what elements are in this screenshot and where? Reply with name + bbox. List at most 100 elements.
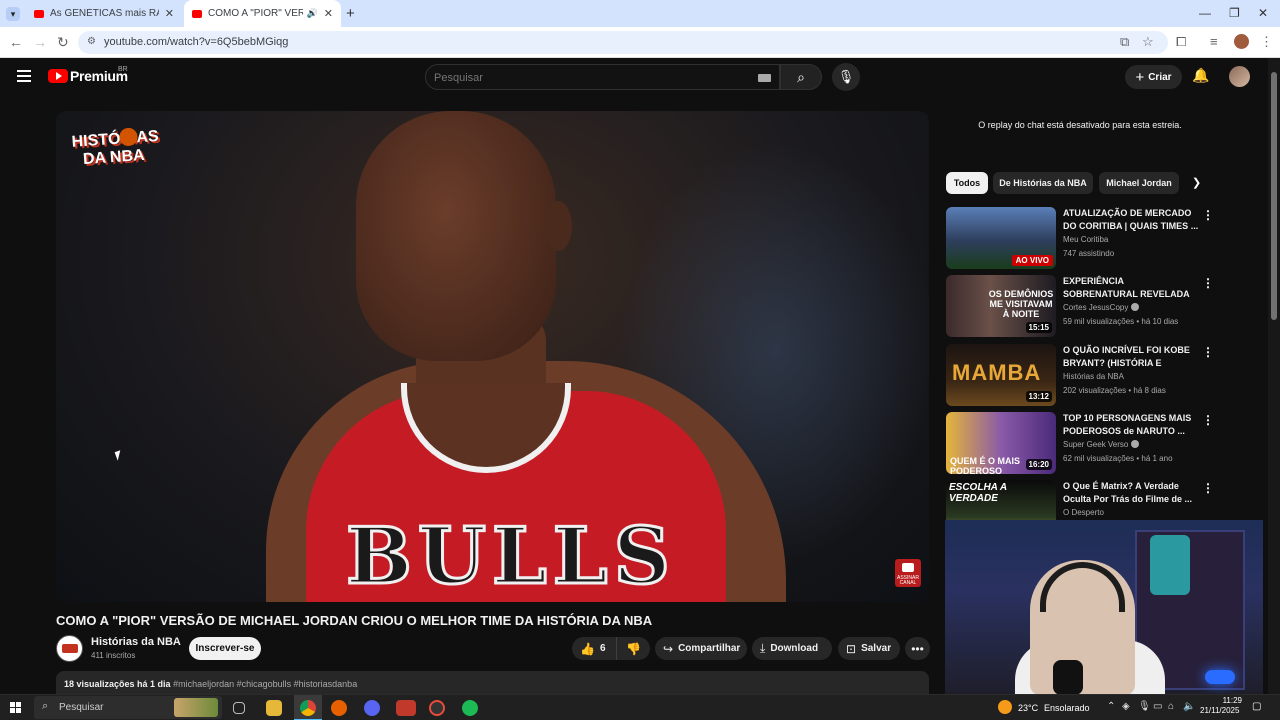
site-info-icon[interactable]: ⚙ <box>87 36 96 47</box>
spotify-icon[interactable] <box>462 700 478 716</box>
keyboard-icon[interactable] <box>758 74 771 82</box>
bookmark-star-icon[interactable]: ☆ <box>1142 34 1154 50</box>
video-thumbnail[interactable]: OS DEMÔNIOS ME VISITAVAM À NOITE 15:15 <box>946 275 1056 337</box>
recommendation-title[interactable]: TOP 10 PERSONAGENS MAIS PODEROSOS de NAR… <box>1063 412 1199 438</box>
search-button[interactable]: ⌕ <box>780 64 822 90</box>
firefox-icon[interactable] <box>331 700 347 716</box>
subscribe-button[interactable]: Inscrever-se <box>189 637 261 660</box>
like-button[interactable]: 👍 6 <box>572 637 616 660</box>
dislike-button[interactable]: 👎 <box>616 637 650 660</box>
more-vertical-icon[interactable]: ⋮ <box>1202 208 1214 222</box>
more-vertical-icon[interactable]: ⋮ <box>1202 276 1214 290</box>
weather-description[interactable]: Ensolarado <box>1044 703 1090 713</box>
more-vertical-icon[interactable]: ⋮ <box>1202 345 1214 359</box>
recommendation-item[interactable]: QUEM É O MAIS PODEROSO 16:20 TOP 10 PERS… <box>946 412 1216 474</box>
tray-app-icon[interactable]: ◈ <box>1122 701 1130 712</box>
save-button[interactable]: ⊡ Salvar <box>838 637 900 660</box>
recommendation-item[interactable]: AO VIVO ATUALIZAÇÃO DE MERCADO DO CORITI… <box>946 207 1216 269</box>
browser-tab-2[interactable]: COMO A "PIOR" VERSÃO D 🔊 ✕ <box>184 0 341 27</box>
back-icon[interactable]: ← <box>9 34 23 50</box>
obs-icon[interactable] <box>429 700 445 716</box>
hamburger-menu-icon[interactable] <box>17 70 31 82</box>
chrome-icon[interactable] <box>300 700 316 716</box>
recommendation-channel[interactable]: Meu Coritiba <box>1063 235 1108 244</box>
cast-icon[interactable]: ⧉ <box>1120 34 1129 50</box>
recommendation-channel[interactable]: Super Geek Verso <box>1063 440 1140 449</box>
tab-search-chevron-icon[interactable]: ▾ <box>6 7 20 21</box>
close-window-icon[interactable]: ✕ <box>1258 6 1268 20</box>
video-thumbnail[interactable]: AO VIVO <box>946 207 1056 269</box>
video-player[interactable]: BULLS HISTÓRIAS DA NBA ASSINAR CANAL <box>56 111 929 602</box>
discord-icon[interactable] <box>364 700 380 716</box>
search-box[interactable] <box>425 64 780 90</box>
minimize-icon[interactable]: — <box>1199 6 1211 20</box>
taskbar-search[interactable]: ⌕ Pesquisar <box>34 696 222 719</box>
forward-icon[interactable]: → <box>33 34 47 50</box>
restore-icon[interactable]: ❐ <box>1229 6 1240 20</box>
account-avatar[interactable] <box>1229 66 1250 87</box>
scrollbar-thumb[interactable] <box>1271 72 1277 320</box>
speaker-icon[interactable]: 🔊 <box>307 8 318 19</box>
weather-sun-icon[interactable] <box>998 700 1012 714</box>
tray-chevron-icon[interactable]: ⌃ <box>1107 701 1115 712</box>
more-vertical-icon[interactable]: ⋮ <box>1202 413 1214 427</box>
hashtags[interactable]: #michaeljordan #chicagobulls #historiasd… <box>173 679 357 689</box>
file-explorer-icon[interactable] <box>266 700 282 716</box>
reload-icon[interactable]: ↻ <box>57 34 69 51</box>
media-control-icon[interactable]: ≡ <box>1210 34 1218 49</box>
more-vertical-icon[interactable]: ⋮ <box>1202 481 1214 495</box>
tab-close-icon[interactable]: ✕ <box>324 7 333 20</box>
clock-date[interactable]: 21/11/2025 <box>1200 706 1239 715</box>
verified-check-icon <box>1131 440 1140 448</box>
omnibox[interactable]: ⚙ youtube.com/watch?v=6Q5bebMGiqg <box>78 31 1168 54</box>
clock-time[interactable]: 11:29 <box>1206 696 1242 705</box>
channel-name[interactable]: Histórias da NBA <box>91 636 181 648</box>
network-icon[interactable]: ⌂ <box>1168 701 1174 712</box>
page-scrollbar[interactable] <box>1268 58 1280 694</box>
recommendation-title[interactable]: EXPERIÊNCIA SOBRENATURAL REVELADA POR AN… <box>1063 275 1199 302</box>
recommendation-title[interactable]: O Que É Matrix? A Verdade Oculta Por Trá… <box>1063 480 1199 506</box>
recommendation-title[interactable]: O QUÃO INCRÍVEL FOI KOBE BRYANT? (HISTÓR… <box>1063 344 1199 371</box>
recommendation-channel[interactable]: Histórias da NBA <box>1063 372 1124 381</box>
notifications-bell-icon[interactable]: 🔔 <box>1192 67 1209 84</box>
voice-search-button[interactable]: 🎙 <box>832 63 860 91</box>
url-text[interactable]: youtube.com/watch?v=6Q5bebMGiqg <box>104 36 288 48</box>
more-actions-button[interactable]: ••• <box>905 637 930 660</box>
search-input[interactable] <box>434 69 754 86</box>
video-thumbnail[interactable]: MAMBA 13:12 <box>946 344 1056 406</box>
chevron-right-icon[interactable]: ❯ <box>1192 176 1201 189</box>
weather-temperature[interactable]: 23°C <box>1018 703 1038 713</box>
volume-icon[interactable]: 🔈 <box>1183 701 1195 712</box>
share-button[interactable]: ↪ Compartilhar <box>655 637 747 660</box>
recommendation-item[interactable]: OS DEMÔNIOS ME VISITAVAM À NOITE 15:15 E… <box>946 275 1216 337</box>
recommendation-title[interactable]: ATUALIZAÇÃO DE MERCADO DO CORITIBA | QUA… <box>1063 207 1199 233</box>
description-box[interactable]: 18 visualizações há 1 dia #michaeljordan… <box>56 671 929 695</box>
duration-badge: 13:12 <box>1025 391 1052 402</box>
chip-all[interactable]: Todos <box>946 172 988 194</box>
video-thumbnail[interactable]: QUEM É O MAIS PODEROSO 16:20 <box>946 412 1056 474</box>
browser-tab-1[interactable]: As GENÉTICAS mais RARAS do ... ✕ <box>26 0 182 27</box>
browser-profile-avatar[interactable] <box>1234 34 1249 49</box>
chip-channel[interactable]: De Histórias da NBA <box>993 172 1093 194</box>
download-button[interactable]: ⤓ Download <box>752 637 832 660</box>
channel-avatar[interactable] <box>56 635 83 662</box>
video-editor-icon[interactable] <box>396 700 416 716</box>
tray-mic-icon[interactable]: 🎙 <box>1138 701 1151 712</box>
recommendation-meta: 59 mil visualizações • há 10 dias <box>1063 317 1179 326</box>
extensions-icon[interactable]: ⧠ <box>1176 34 1186 50</box>
task-view-icon[interactable] <box>233 702 245 714</box>
chip-topic[interactable]: Michael Jordan <box>1099 172 1179 194</box>
verified-check-icon <box>1131 303 1140 311</box>
recommendation-channel[interactable]: O Desperto <box>1063 508 1104 517</box>
subscribe-watermark[interactable]: ASSINAR CANAL <box>895 559 921 587</box>
notification-icon[interactable]: ▢ <box>1252 701 1261 712</box>
recommendation-channel[interactable]: Cortes JesusCopy <box>1063 303 1140 312</box>
youtube-logo-icon[interactable] <box>48 69 68 83</box>
new-tab-icon[interactable]: + <box>346 5 355 22</box>
browser-menu-icon[interactable]: ⋮ <box>1260 34 1273 50</box>
recommendation-item[interactable]: MAMBA 13:12 O QUÃO INCRÍVEL FOI KOBE BRY… <box>946 344 1216 406</box>
windows-start-icon[interactable] <box>10 702 22 714</box>
create-button[interactable]: + Criar <box>1125 65 1182 89</box>
tab-close-icon[interactable]: ✕ <box>165 7 174 20</box>
tray-display-icon[interactable]: ▭ <box>1153 701 1162 712</box>
